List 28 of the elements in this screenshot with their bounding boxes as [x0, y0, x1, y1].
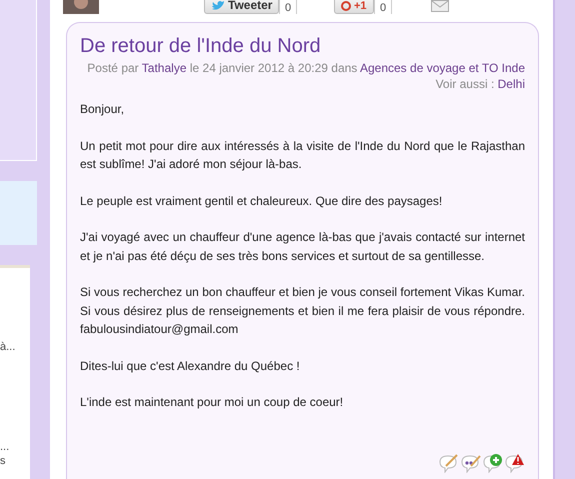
post-paragraph: Un petit mot pour dire aux intéressés à la visite de l'Inde du Nord que le Rajasthan est sublîme! J'ai adoré mon séjour là-bas. [80, 138, 525, 173]
snippet-text: à... [0, 340, 16, 354]
tweet-button[interactable]: Tweeter [204, 0, 280, 14]
plusone-count: 0 [374, 0, 392, 14]
post-paragraph: Si vous recherchez un bon chauffeur et bien je vous conseil fortement Vikas Kumar. Si vous désirez plus de renseignements et bien il me fera plaisir de vous répondre. fabulousindiatour@gmail.com [80, 284, 525, 338]
tweet-count: 0 [279, 0, 298, 14]
quote-comment-icon[interactable] [459, 453, 481, 473]
add-comment-icon[interactable] [481, 453, 503, 473]
snippet-text: ... [0, 440, 10, 454]
bird-icon [211, 0, 225, 12]
post-title: De retour de l'Inde du Nord [80, 35, 322, 58]
post-paragraph: J'ai voyagé avec un chauffeur d'une agence là-bas que j'avais contacté sur internet et je n'ai pas été déçu de ses très bons services et surtout de sa gentillesse. [80, 229, 525, 264]
post-paragraph: Le peuple est vraiment gentil et chaleureux. Que dire des paysages! [80, 192, 444, 210]
meta-label: Voir aussi : [436, 77, 494, 91]
sidebar-panel [0, 181, 37, 245]
report-comment-icon[interactable] [503, 453, 525, 473]
post-paragraph: Dites-lui que c'est Alexandre du Québec ! [80, 358, 301, 374]
tag-link[interactable]: Delhi [498, 77, 525, 91]
post-paragraph: Bonjour, [80, 101, 126, 118]
edit-comment-icon[interactable] [437, 453, 459, 473]
snippet-text: s [0, 454, 6, 468]
meta-date: le 24 janvier 2012 à 20:29 dans [190, 61, 358, 75]
author-link[interactable]: Tathalye [142, 61, 186, 75]
mail-icon[interactable] [431, 0, 449, 12]
post-paragraph: L'inde est maintenant pour moi un coup de coeur! [80, 394, 344, 411]
plusone-button[interactable]: +1 [334, 0, 374, 14]
meta-label: Posté par [87, 61, 139, 75]
category-link[interactable]: Agences de voyage et TO Inde [360, 61, 525, 75]
